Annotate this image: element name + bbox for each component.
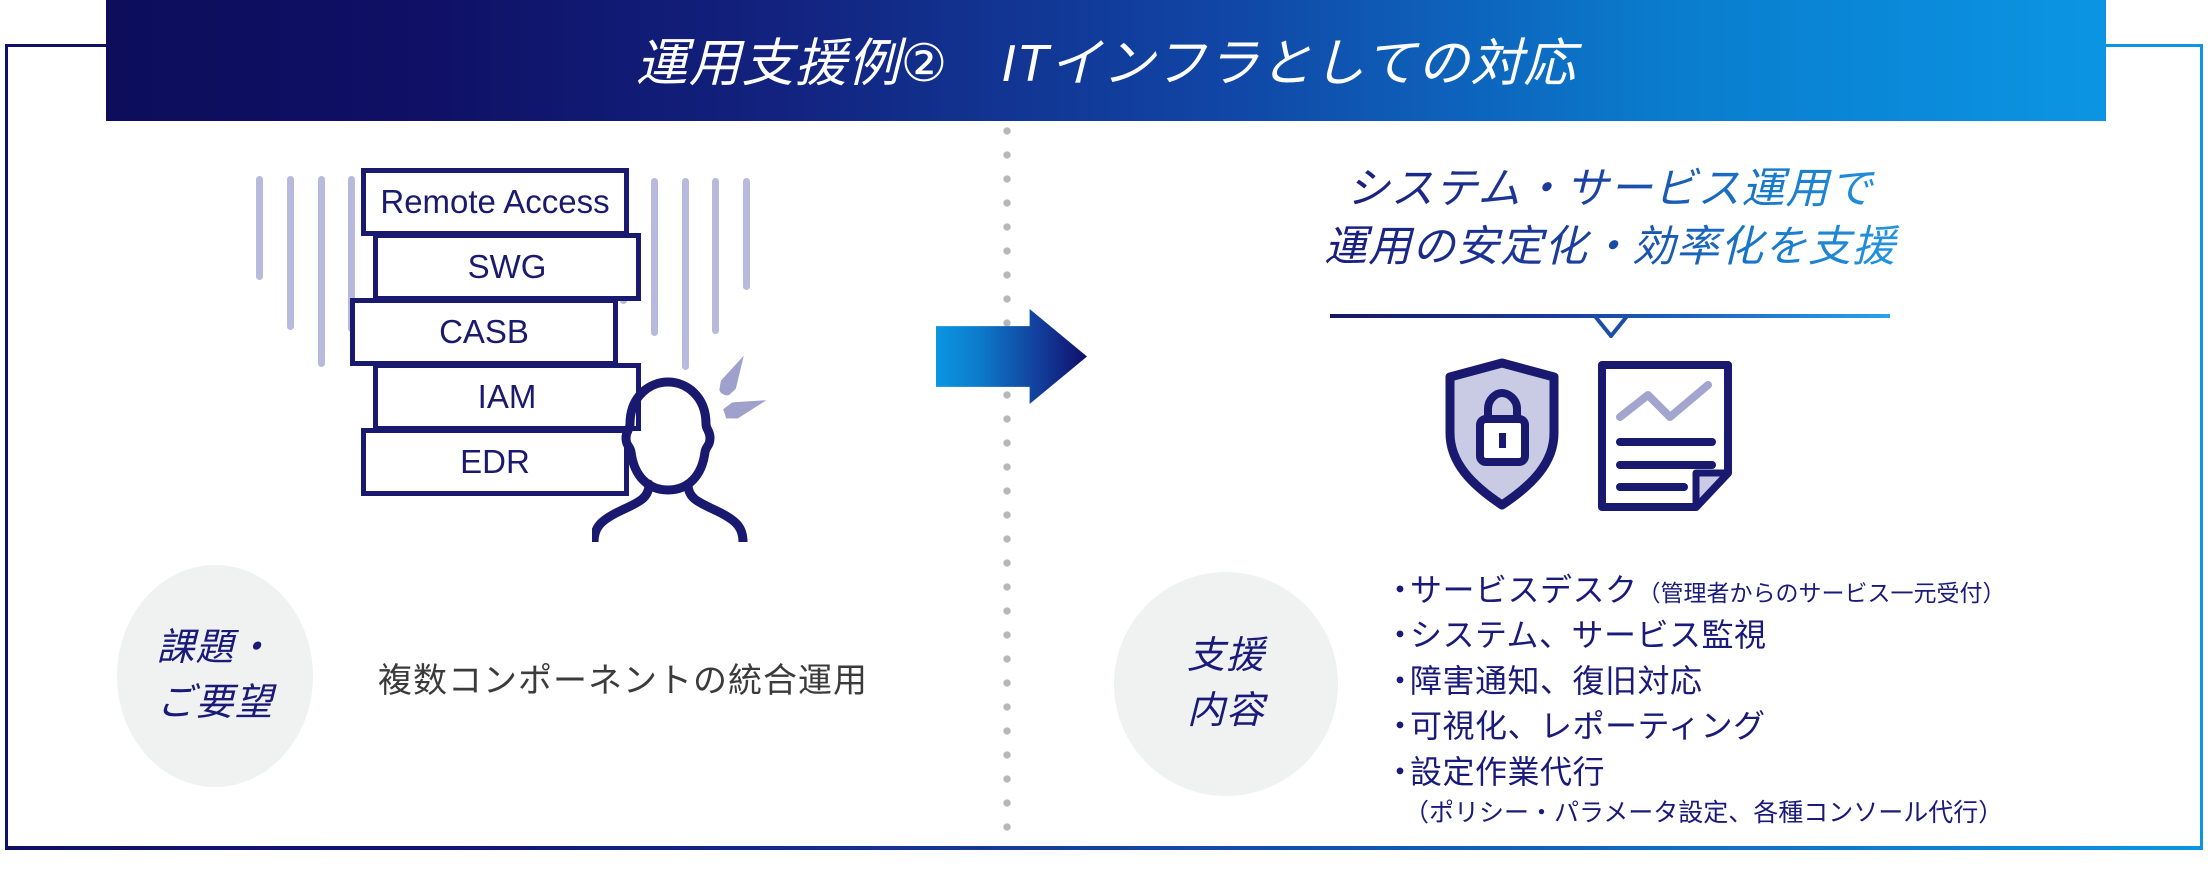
list-item-subtext: （管理者からのサービス一元受付） [1637, 580, 2006, 606]
list-item: ・可視化、レポーティング [1384, 704, 2144, 749]
issue-description: 複数コンポーネントの統合運用 [378, 662, 868, 700]
list-item: ・設定作業代行 [1384, 750, 2144, 795]
headline-notch-icon [1594, 314, 1628, 338]
stack-box-label: Remote Access [380, 182, 610, 220]
stack-box-edr[interactable]: EDR [361, 428, 629, 496]
list-item-text: システム、サービス監視 [1410, 617, 1767, 654]
rain-lines-icon [651, 178, 658, 336]
list-item: ・システム、サービス監視 [1384, 613, 2144, 658]
list-item-note: （ポリシー・パラメータ設定、各種コンソール代行） [1404, 799, 2004, 828]
frame-border-right [2200, 44, 2203, 849]
rain-lines-icon [256, 176, 263, 280]
list-item-text: 障害通知、復旧対応 [1410, 662, 1703, 699]
support-bullet-list: ・サービスデスク（管理者からのサービス一元受付） ・システム、サービス監視 ・障… [1384, 568, 2144, 829]
shield-lock-icon [1445, 358, 1559, 510]
stack-box-casb[interactable]: CASB [350, 298, 618, 366]
header-band: 運用支援例② ITインフラとしての対応 [106, 0, 2106, 121]
support-circle-line1: 支援 [1186, 634, 1265, 677]
bullet-marker: ・ [1384, 708, 1417, 745]
stack-box-label: CASB [439, 312, 529, 350]
stack-box-swg[interactable]: SWG [373, 233, 641, 301]
stack-box-label: EDR [460, 442, 530, 480]
support-headline: システム・サービス運用で 運用の安定化・効率化を支援 [1310, 160, 1910, 276]
section-divider-dotted [1002, 126, 1012, 846]
bullet-marker: ・ [1384, 617, 1417, 654]
stack-illustration: EDR IAM CASB SWG Remote Access [240, 160, 800, 542]
support-circle-line2: 内容 [1186, 690, 1265, 732]
support-circle-badge: 支援 内容 [1114, 572, 1338, 796]
support-headline-line2: 運用の安定化・効率化を支援 [1324, 223, 1896, 272]
bullet-marker: ・ [1384, 662, 1417, 699]
issue-circle-line1: 課題・ [156, 626, 274, 669]
list-item: ・障害通知、復旧対応 [1384, 659, 2144, 704]
support-headline-line1: システム・サービス運用で [1346, 165, 1874, 213]
stack-box-label: IAM [477, 377, 537, 415]
frame-border-top-left [5, 44, 106, 47]
issue-circle-badge: 課題・ ご要望 [117, 565, 313, 787]
worried-person-icon [592, 377, 748, 542]
rain-lines-icon [712, 178, 719, 334]
stack-box-remote-access[interactable]: Remote Access [361, 168, 629, 236]
rain-lines-icon [318, 176, 325, 367]
page-title: 運用支援例② ITインフラとしての対応 [635, 35, 1577, 93]
list-item-text: 可視化、レポーティング [1410, 708, 1766, 745]
issue-circle-line2: ご要望 [156, 682, 274, 724]
frame-border-left [5, 44, 8, 849]
frame-border-bottom [5, 846, 2203, 850]
bullet-marker: ・ [1384, 753, 1417, 790]
rain-lines-icon [287, 176, 294, 330]
report-document-icon [1598, 361, 1732, 511]
frame-border-top-right [2106, 44, 2203, 47]
slide-canvas: 運用支援例② ITインフラとしての対応 EDR IAM CASB SWG Rem [0, 0, 2208, 880]
list-item-text: 設定作業代行 [1410, 753, 1606, 790]
bullet-marker: ・ [1384, 572, 1417, 608]
list-item-text: サービスデスク [1410, 572, 1638, 608]
stack-box-label: SWG [467, 247, 547, 285]
rain-lines-icon [743, 178, 750, 290]
support-icon-row [1445, 358, 1732, 511]
rain-lines-icon [682, 178, 689, 370]
list-item: ・サービスデスク（管理者からのサービス一元受付） [1384, 568, 2144, 613]
